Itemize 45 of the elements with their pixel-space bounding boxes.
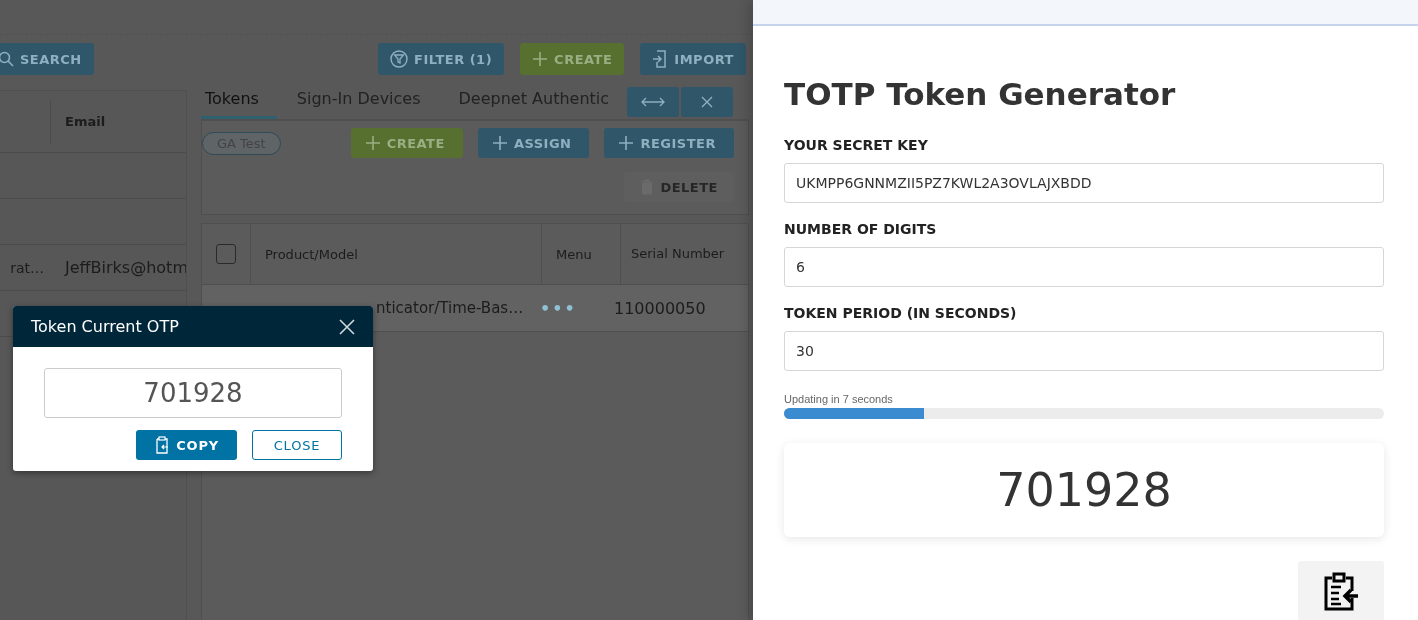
countdown-text: Updating in 7 seconds	[784, 393, 894, 405]
clipboard-icon	[1323, 571, 1359, 611]
action-button[interactable]: REGISTER	[604, 128, 734, 158]
filter-icon	[390, 50, 409, 68]
token-code: 701928	[996, 463, 1172, 517]
plus-icon	[491, 135, 508, 151]
input-field[interactable]: 6	[784, 247, 1384, 287]
plus-icon	[364, 135, 381, 151]
toolbar-button[interactable]: FILTER (1)	[378, 43, 505, 75]
plus-icon	[532, 51, 549, 67]
table-cell-text: nticator/Time-Bas…	[375, 299, 525, 317]
field-label: TOKEN PERIOD (IN SECONDS)	[784, 305, 1018, 321]
search-button[interactable]: SEARCH	[0, 43, 94, 75]
search-icon	[0, 51, 14, 67]
input-field[interactable]: 30	[784, 331, 1384, 371]
expand-button[interactable]	[627, 87, 679, 117]
clipboard-icon	[154, 436, 171, 454]
input-field[interactable]: UKMPP6GNNMZII5PZ7KWL2A3OVLAJXBDD	[784, 163, 1384, 203]
page-title: TOTP Token Generator	[784, 76, 1177, 112]
field-label: YOUR SECRET KEY	[784, 137, 929, 153]
column-header: Email	[64, 114, 106, 129]
toolbar-button[interactable]: CREATE	[520, 43, 625, 75]
field-label: NUMBER OF DIGITS	[784, 221, 938, 237]
table-cell-text: JeffBirks@hotm	[63, 258, 186, 277]
row-menu[interactable]: •••	[526, 298, 604, 318]
copy-button[interactable]	[1298, 561, 1384, 620]
select-all-checkbox[interactable]	[216, 244, 236, 264]
table-cell-text: 110000050	[613, 298, 707, 318]
copy-button[interactable]: COPY	[136, 430, 237, 460]
column-header: Menu	[542, 224, 621, 284]
close-dialog-button[interactable]: CLOSE	[252, 430, 342, 460]
expand-icon	[641, 97, 665, 107]
toolbar-button[interactable]: IMPORT	[640, 43, 746, 75]
plus-icon	[618, 135, 635, 151]
close-icon	[701, 96, 713, 108]
close-button[interactable]	[339, 318, 355, 335]
dialog-title: Token Current OTP	[31, 317, 179, 336]
column-header: Product/Model	[251, 224, 542, 284]
close-icon	[339, 318, 355, 335]
table-cell-text: rat…	[9, 259, 45, 276]
column-header: Serial Number	[630, 245, 726, 263]
action-button[interactable]: CREATE	[350, 128, 463, 158]
action-button[interactable]: ASSIGN	[477, 128, 590, 158]
import-icon	[652, 50, 669, 68]
otp-field[interactable]: 701928	[44, 368, 342, 418]
